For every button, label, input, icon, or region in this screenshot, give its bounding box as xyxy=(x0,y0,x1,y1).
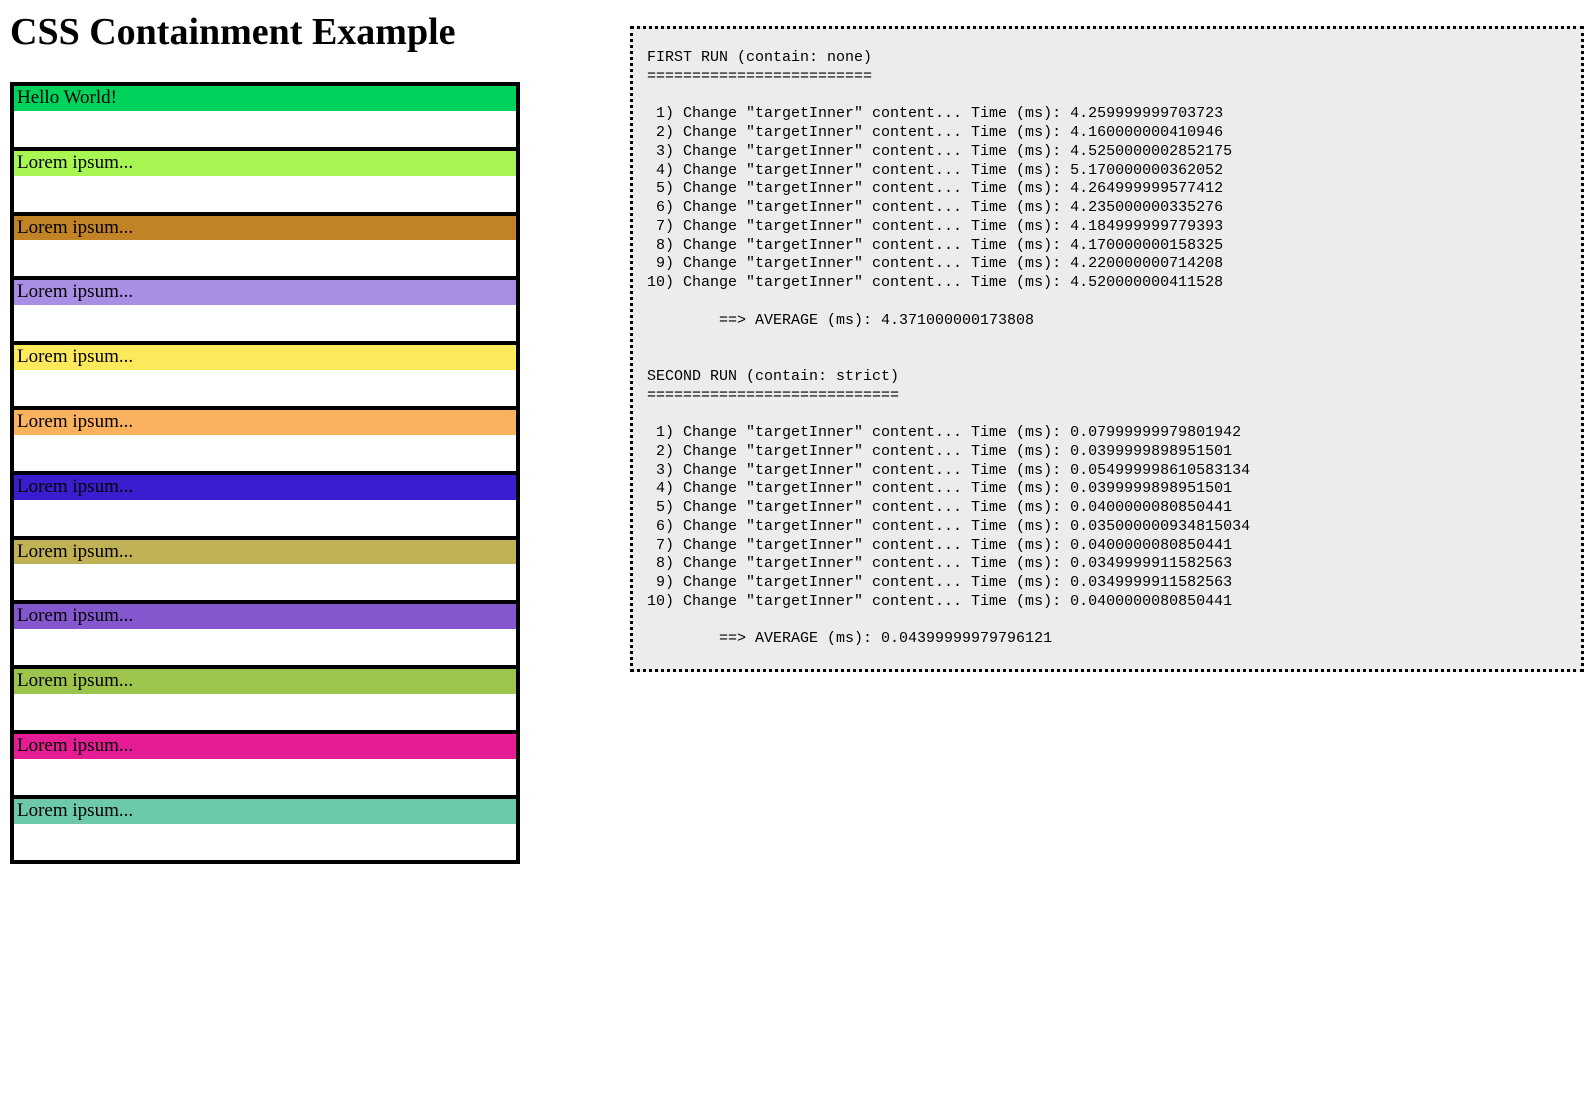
box-header: Lorem ipsum... xyxy=(14,734,516,759)
box-item: Lorem ipsum... xyxy=(14,799,516,864)
box-body xyxy=(14,240,516,276)
box-item: Lorem ipsum... xyxy=(14,410,516,475)
box-body xyxy=(14,629,516,665)
box-item: Lorem ipsum... xyxy=(14,345,516,410)
box-header: Lorem ipsum... xyxy=(14,475,516,500)
box-body xyxy=(14,370,516,406)
right-column: FIRST RUN (contain: none) ==============… xyxy=(630,26,1584,672)
page-title: CSS Containment Example xyxy=(10,10,520,54)
box-item: Lorem ipsum... xyxy=(14,216,516,281)
box-body xyxy=(14,176,516,212)
box-header: Lorem ipsum... xyxy=(14,216,516,241)
box-item: Lorem ipsum... xyxy=(14,151,516,216)
box-body xyxy=(14,564,516,600)
box-body xyxy=(14,759,516,795)
output-panel: FIRST RUN (contain: none) ==============… xyxy=(630,26,1584,672)
box-header: Lorem ipsum... xyxy=(14,151,516,176)
box-item: Lorem ipsum... xyxy=(14,669,516,734)
box-header: Lorem ipsum... xyxy=(14,345,516,370)
box-item: Lorem ipsum... xyxy=(14,604,516,669)
box-item: Lorem ipsum... xyxy=(14,280,516,345)
box-body xyxy=(14,111,516,147)
box-item: Hello World! xyxy=(14,86,516,151)
box-body xyxy=(14,694,516,730)
box-item: Lorem ipsum... xyxy=(14,734,516,799)
box-header: Lorem ipsum... xyxy=(14,280,516,305)
box-header: Lorem ipsum... xyxy=(14,799,516,824)
box-header: Lorem ipsum... xyxy=(14,669,516,694)
box-body xyxy=(14,500,516,536)
box-body xyxy=(14,824,516,860)
box-list: Hello World! Lorem ipsum... Lorem ipsum...… xyxy=(10,82,520,864)
box-header: Lorem ipsum... xyxy=(14,410,516,435)
box-item: Lorem ipsum... xyxy=(14,540,516,605)
left-column: CSS Containment Example Hello World! Lore… xyxy=(10,10,520,864)
box-body xyxy=(14,435,516,471)
box-item: Lorem ipsum... xyxy=(14,475,516,540)
box-body xyxy=(14,305,516,341)
box-header: Hello World! xyxy=(14,86,516,111)
box-header: Lorem ipsum... xyxy=(14,540,516,565)
box-header: Lorem ipsum... xyxy=(14,604,516,629)
